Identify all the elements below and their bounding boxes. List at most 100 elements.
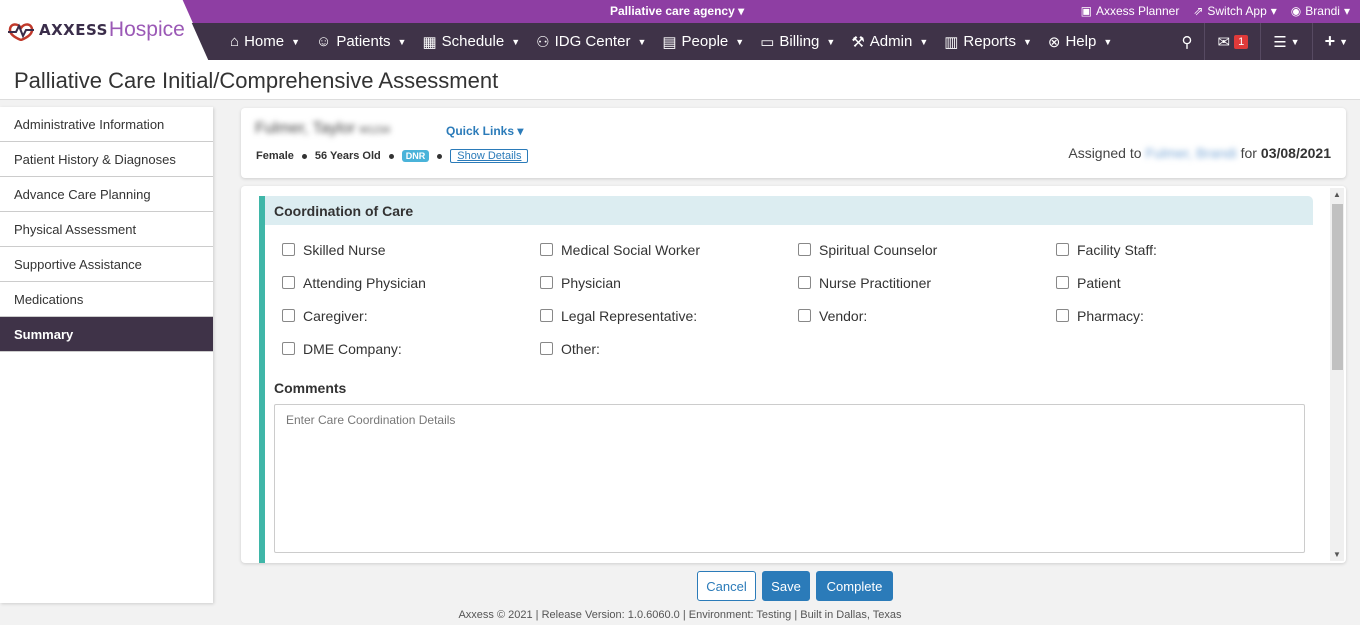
checkbox-label: Vendor: xyxy=(819,307,868,324)
patient-details-row: Female 56 Years Old DNR Show Details xyxy=(256,149,529,163)
checkbox-label: Caregiver: xyxy=(303,307,368,324)
checkbox-attending-physician[interactable]: Attending Physician xyxy=(282,272,540,293)
checkbox-label: Other: xyxy=(561,340,600,357)
checkbox[interactable] xyxy=(282,243,295,256)
nav-schedule-label: Schedule xyxy=(441,33,505,50)
checkbox-spiritual-counselor[interactable]: Spiritual Counselor xyxy=(798,239,1056,260)
sidebar-item-summary[interactable]: Summary xyxy=(0,317,213,352)
complete-button[interactable]: Complete xyxy=(816,571,893,601)
care-coordination-comments[interactable] xyxy=(274,404,1305,553)
scroll-up-arrow-icon[interactable]: ▲ xyxy=(1333,190,1341,199)
calendar-check-icon: ▣ xyxy=(1080,4,1092,18)
caret-down-icon: ▼ xyxy=(1103,36,1113,47)
nav-people[interactable]: ▤ People ▼ xyxy=(654,23,752,60)
nav-reports-label: Reports xyxy=(963,33,1016,50)
checkbox-label: Attending Physician xyxy=(303,274,426,291)
calendar-icon: ▦ xyxy=(422,33,437,51)
lifebuoy-icon: ⊗ xyxy=(1047,33,1061,51)
search-button[interactable]: ⚲ xyxy=(1169,23,1204,60)
checkbox-physician[interactable]: Physician xyxy=(540,272,798,293)
nav-idg-center[interactable]: ⚇ IDG Center ▼ xyxy=(528,23,654,60)
checkbox[interactable] xyxy=(540,309,553,322)
messages-button[interactable]: ✉ 1 xyxy=(1204,23,1260,60)
nav-schedule[interactable]: ▦ Schedule ▼ xyxy=(414,23,528,60)
caret-down-icon: ▾ xyxy=(517,124,524,138)
checkbox-pharmacy[interactable]: Pharmacy: xyxy=(1056,305,1312,326)
checkbox[interactable] xyxy=(540,276,553,289)
checkbox-facility-staff[interactable]: Facility Staff: xyxy=(1056,239,1312,260)
patient-gender: Female xyxy=(256,150,294,162)
sidebar-item-medications[interactable]: Medications xyxy=(0,282,213,317)
cancel-button[interactable]: Cancel xyxy=(697,571,756,601)
checkbox-skilled-nurse[interactable]: Skilled Nurse xyxy=(282,239,540,260)
checkbox[interactable] xyxy=(1056,243,1069,256)
axxess-logo-icon xyxy=(8,23,34,41)
checkbox[interactable] xyxy=(798,309,811,322)
checkbox-other[interactable]: Other: xyxy=(540,338,798,359)
sidebar-item-supportive-assistance[interactable]: Supportive Assistance xyxy=(0,247,213,282)
caret-down-icon: ▼ xyxy=(826,36,836,47)
caret-down-icon: ▼ xyxy=(397,36,407,47)
form-scrollbar[interactable]: ▲ ▼ xyxy=(1330,188,1344,561)
sidebar-item-physical-assessment[interactable]: Physical Assessment xyxy=(0,212,213,247)
nav-billing[interactable]: ▭ Billing ▼ xyxy=(752,23,843,60)
add-menu-button[interactable]: + ▼ xyxy=(1311,23,1360,60)
checkbox-nurse-practitioner[interactable]: Nurse Practitioner xyxy=(798,272,1056,293)
axxess-planner-link[interactable]: ▣ Axxess Planner xyxy=(1081,4,1180,18)
sidebar-item-administrative-information[interactable]: Administrative Information xyxy=(0,107,213,142)
save-button[interactable]: Save xyxy=(762,571,810,601)
checkbox[interactable] xyxy=(798,243,811,256)
assignment-info: Assigned to Fulmer, Brandi for 03/08/202… xyxy=(1068,145,1331,161)
assessment-form: Coordination of Care Skilled Nurse Medic… xyxy=(241,186,1346,563)
caret-down-icon: ▼ xyxy=(919,36,929,47)
checkbox-vendor[interactable]: Vendor: xyxy=(798,305,1056,326)
checkbox[interactable] xyxy=(798,276,811,289)
page-header: Palliative Care Initial/Comprehensive As… xyxy=(0,60,1360,100)
checkbox-dme-company[interactable]: DME Company: xyxy=(282,338,540,359)
scroll-thumb[interactable] xyxy=(1332,204,1343,370)
checkbox[interactable] xyxy=(282,309,295,322)
comments-label: Comments xyxy=(274,380,347,396)
separator-dot xyxy=(388,153,394,159)
checkbox[interactable] xyxy=(540,243,553,256)
separator-dot xyxy=(437,153,443,159)
list-menu-button[interactable]: ☰ ▼ xyxy=(1260,23,1311,60)
quick-links-dropdown[interactable]: Quick Links ▾ xyxy=(446,124,523,138)
checkbox[interactable] xyxy=(540,342,553,355)
checkbox[interactable] xyxy=(282,342,295,355)
assigned-user: Fulmer, Brandi xyxy=(1145,145,1237,161)
checkbox[interactable] xyxy=(1056,309,1069,322)
checkbox[interactable] xyxy=(1056,276,1069,289)
scroll-down-arrow-icon[interactable]: ▼ xyxy=(1333,550,1341,559)
page-title: Palliative Care Initial/Comprehensive As… xyxy=(14,68,499,93)
caret-down-icon: ▼ xyxy=(1290,36,1300,47)
user-menu[interactable]: ◉ Brandi ▾ xyxy=(1291,4,1350,18)
checkbox-caregiver[interactable]: Caregiver: xyxy=(282,305,540,326)
agency-selector[interactable]: Palliative care agency ▾ xyxy=(610,4,744,18)
patient-info-card: Fulmer, Taylor M1234 Quick Links ▾ Femal… xyxy=(241,108,1346,178)
show-details-button[interactable]: Show Details xyxy=(450,149,529,163)
switch-app-menu[interactable]: ⇗ Switch App ▾ xyxy=(1193,4,1276,18)
checkbox[interactable] xyxy=(282,276,295,289)
nav-home-label: Home xyxy=(244,33,285,50)
checkbox-label: Pharmacy: xyxy=(1077,307,1144,324)
nav-admin-label: Admin xyxy=(869,33,913,50)
nav-help[interactable]: ⊗ Help ▼ xyxy=(1040,23,1120,60)
nav-admin[interactable]: ⚒ Admin ▼ xyxy=(843,23,936,60)
checkbox-patient[interactable]: Patient xyxy=(1056,272,1312,293)
wrench-icon: ⚒ xyxy=(851,33,865,51)
nav-reports[interactable]: ▥ Reports ▼ xyxy=(936,23,1040,60)
nav-idg-label: IDG Center xyxy=(554,33,631,50)
app-logo[interactable]: AXXESS Hospice xyxy=(0,0,210,60)
caret-down-icon: ▼ xyxy=(511,36,521,47)
checkbox-legal-representative[interactable]: Legal Representative: xyxy=(540,305,798,326)
top-bar: Palliative care agency ▾ ▣ Axxess Planne… xyxy=(210,0,1360,23)
nav-patients[interactable]: ☺ Patients ▼ xyxy=(308,23,414,60)
checkbox-medical-social-worker[interactable]: Medical Social Worker xyxy=(540,239,798,260)
sidebar-item-patient-history[interactable]: Patient History & Diagnoses xyxy=(0,142,213,177)
money-icon: ▭ xyxy=(760,33,775,51)
sidebar-item-advance-care-planning[interactable]: Advance Care Planning xyxy=(0,177,213,212)
caret-down-icon: ▾ xyxy=(1270,4,1277,18)
nav-home[interactable]: ⌂ Home ▼ xyxy=(222,23,308,60)
agency-name: Palliative care agency xyxy=(610,4,735,18)
